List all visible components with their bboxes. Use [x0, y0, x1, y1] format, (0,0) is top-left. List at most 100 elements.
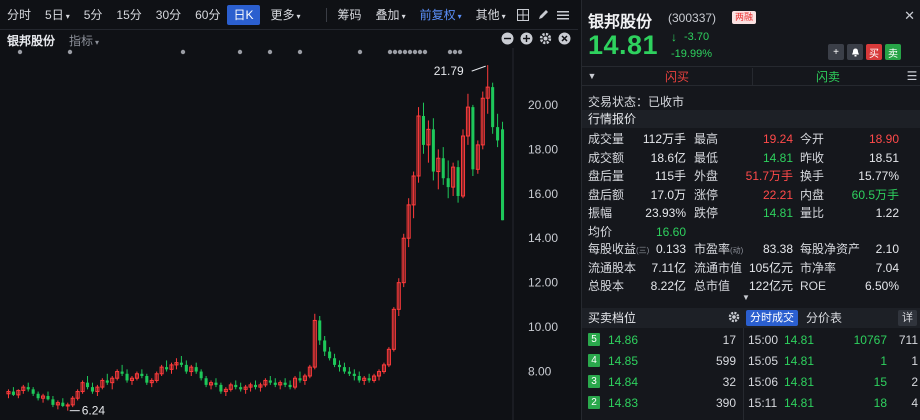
quote-panel: 银邦股份 (300337) 两融 ✕ 14.81 ↓ -3.70 -19.99%…	[581, 0, 920, 420]
candle-body	[125, 373, 129, 381]
draw-pen-icon[interactable]	[533, 5, 553, 25]
chevron-down-icon[interactable]: ▼	[742, 293, 750, 302]
candle-body	[352, 373, 356, 376]
add-watchlist-button[interactable]: +	[828, 44, 844, 60]
candle-body	[105, 380, 109, 383]
quote-label-tag: (动)	[730, 246, 744, 255]
quote-value: 7.04	[875, 260, 899, 275]
candle-body	[268, 380, 272, 383]
tab-price-table[interactable]: 分价表	[806, 308, 842, 328]
period-tab-daily[interactable]: 日K	[227, 4, 260, 25]
high-price-label: 21.79	[434, 64, 464, 78]
candle-body	[194, 367, 198, 372]
quote-label: 昨收	[800, 150, 825, 165]
candle-body	[318, 320, 322, 341]
candle-body	[441, 158, 445, 179]
ask-volume: 390	[715, 396, 736, 410]
overlay-dropdown[interactable]: 叠加 ▾	[369, 5, 413, 25]
tick-time: 15:05	[748, 354, 779, 368]
last-price: 14.81	[588, 30, 659, 60]
candle-body	[61, 402, 65, 406]
event-marker-dot	[407, 49, 413, 55]
quote-label: 流通市值	[694, 260, 743, 275]
zoom-out-icon[interactable]	[500, 31, 515, 46]
tab-detail[interactable]: 详	[898, 310, 917, 326]
quote-value: 2.10	[875, 242, 899, 256]
close-icon[interactable]	[557, 31, 572, 46]
candlestick-chart[interactable]: 20.00 18.00 16.00 14.00 12.00 10.00 8.00 21.79 6…	[0, 48, 578, 420]
quote-label: 总市值	[694, 279, 731, 293]
candle-body	[204, 378, 208, 385]
quote-label: 总股本	[588, 279, 625, 293]
kline-panel: 分时 5日 ▾ 5分 15分 30分 60分 日K 更多 ▾ 筹码 叠加 ▾ 前复权 ▾…	[0, 0, 578, 420]
ask-level-badge: 2	[588, 396, 600, 409]
tick-volume: 1	[880, 354, 887, 368]
period-tab-30min[interactable]: 30分	[149, 5, 188, 25]
quote-value: 6.50%	[864, 279, 899, 293]
menu-icon[interactable]: ☰	[903, 69, 920, 83]
other-dropdown[interactable]: 其他 ▾	[469, 5, 513, 25]
period-tab-60min[interactable]: 60分	[188, 5, 227, 25]
orderbook-row[interactable]: 2 14.83 390	[582, 393, 742, 413]
tab-intraday-ticks[interactable]: 分时成交	[746, 310, 798, 326]
zoom-in-icon[interactable]	[519, 31, 534, 46]
period-more-dropdown[interactable]: 更多 ▾	[264, 5, 308, 25]
period-tab-15min[interactable]: 15分	[109, 5, 148, 25]
tick-time: 15:06	[748, 375, 779, 389]
ask-level-badge: 3	[588, 375, 600, 388]
candle-body	[165, 367, 169, 370]
event-marker-dot	[17, 49, 23, 55]
tick-price: 14.81	[784, 396, 815, 410]
candle-body	[323, 340, 327, 352]
grid-layout-icon[interactable]	[513, 5, 533, 25]
quote-value: 18.90	[868, 132, 899, 146]
gear-icon[interactable]	[538, 31, 553, 46]
tick-price: 14.81	[784, 333, 815, 347]
gear-icon[interactable]	[728, 311, 740, 326]
ask-price: 14.85	[608, 354, 639, 368]
menu-icon[interactable]	[553, 5, 573, 25]
quote-label-tag: (三)	[636, 246, 650, 255]
flash-buy-button[interactable]: 闪买	[602, 68, 752, 85]
candle-body	[357, 376, 361, 381]
candle-body	[283, 382, 287, 385]
sell-button[interactable]: 卖	[885, 44, 901, 60]
tab-orderbook[interactable]: 买卖档位	[588, 308, 636, 328]
candle-body	[234, 384, 238, 388]
collapse-down-icon[interactable]: ▼	[582, 71, 602, 81]
chevron-down-icon: ▾	[296, 11, 301, 21]
orderbook-row[interactable]: 4 14.85 599	[582, 351, 742, 371]
indicator-dropdown[interactable]: 指标 ▾	[69, 32, 99, 49]
quote-label: 量比	[800, 206, 825, 220]
toolbar-divider	[325, 7, 327, 22]
candle-body	[85, 382, 90, 388]
quote-value: 122亿元	[748, 279, 793, 293]
event-marker-dot	[412, 49, 418, 55]
candle-body	[46, 396, 50, 400]
candle-body	[140, 373, 144, 376]
flash-sell-button[interactable]: 闪卖	[752, 67, 903, 85]
buy-button[interactable]: 买	[866, 44, 882, 60]
tick-count: 2	[911, 375, 918, 389]
close-icon[interactable]: ✕	[904, 8, 915, 24]
period-tab-5day[interactable]: 5日 ▾	[38, 5, 77, 25]
quote-value: 19.24	[762, 132, 793, 146]
alert-bell-button[interactable]	[847, 44, 863, 60]
orderbook-row[interactable]: 3 14.84 32	[582, 372, 742, 392]
quote-label: 盘后量	[588, 169, 625, 183]
arrow-down-icon: ↓	[671, 30, 677, 44]
y-tick-label: 20.00	[528, 98, 558, 112]
orderbook-row[interactable]: 5 14.86 17	[582, 330, 742, 350]
candle-body	[120, 371, 124, 374]
adjust-dropdown[interactable]: 前复权 ▾	[413, 5, 469, 25]
quote-row: 成交量 112万手 最高 19.24 今开 18.90	[582, 130, 920, 148]
quote-row: 均价 16.60	[582, 223, 920, 241]
ask-volume: 17	[722, 333, 736, 347]
period-tab-5min[interactable]: 5分	[77, 5, 110, 25]
period-tab-intraday[interactable]: 分时	[0, 5, 38, 25]
tick-time: 15:00	[748, 333, 779, 347]
candle-body	[496, 127, 500, 141]
quote-value: 105亿元	[748, 260, 793, 275]
quote-label: 市盈率(动)	[694, 242, 744, 256]
chip-distribution-button[interactable]: 筹码	[331, 5, 369, 25]
